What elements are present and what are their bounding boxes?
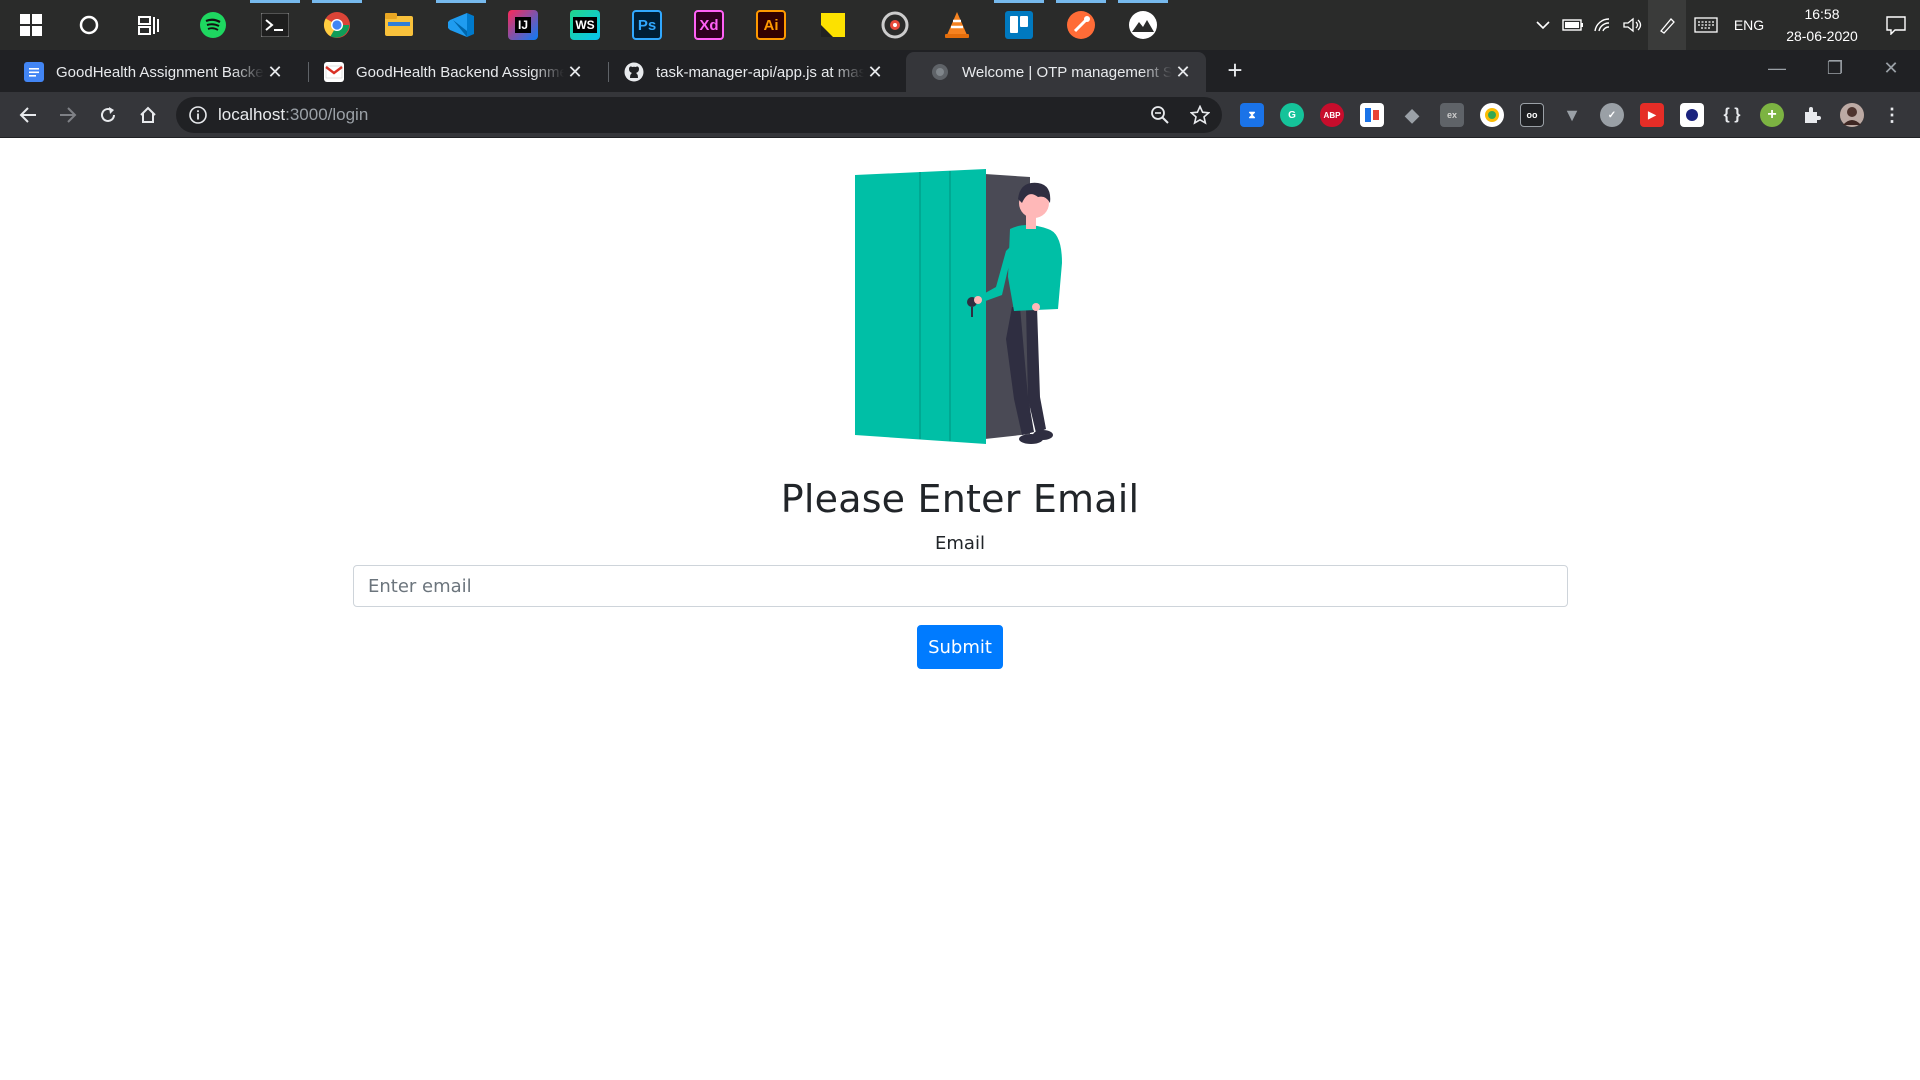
file-explorer-icon[interactable] — [368, 0, 430, 50]
extension-icon[interactable]: oo — [1520, 103, 1544, 127]
zoom-icon[interactable] — [1150, 105, 1170, 125]
sticky-notes-icon[interactable] — [802, 0, 864, 50]
battery-icon[interactable] — [1558, 0, 1588, 50]
puzzle-extension-icon[interactable]: ◆ — [1400, 103, 1424, 127]
minimize-window-icon[interactable]: — — [1748, 50, 1806, 86]
touch-keyboard-icon[interactable] — [1686, 0, 1726, 50]
reload-button[interactable] — [90, 97, 126, 133]
browser-toolbar: localhost:3000/login ⧗ G ABP ◆ ex oo ▼ ✓… — [0, 92, 1920, 138]
new-tab-button[interactable]: + — [1220, 52, 1250, 88]
extension-icon[interactable] — [1680, 103, 1704, 127]
json-viewer-icon[interactable]: { } — [1720, 103, 1744, 127]
tab-title: GoodHealth Backend Assignment — [356, 63, 564, 81]
postman-icon[interactable] — [1050, 0, 1112, 50]
back-button[interactable] — [10, 97, 46, 133]
browser-tab[interactable]: task-manager-api/app.js at master ✕ — [600, 52, 898, 92]
page-title: Please Enter Email — [780, 477, 1140, 521]
home-button[interactable] — [130, 97, 166, 133]
address-bar[interactable]: localhost:3000/login — [176, 97, 1222, 133]
url-text[interactable]: localhost:3000/login — [218, 97, 368, 133]
submit-button[interactable]: Submit — [917, 625, 1003, 669]
github-icon — [624, 62, 644, 82]
illustrator-icon[interactable]: Ai — [740, 0, 802, 50]
volume-icon[interactable] — [1618, 0, 1648, 50]
show-hidden-icons-chevron-icon[interactable] — [1528, 0, 1558, 50]
clock-date: 28-06-2020 — [1786, 28, 1858, 44]
reload-icon — [101, 107, 115, 122]
close-tab-icon[interactable]: ✕ — [1172, 62, 1194, 83]
task-view-icon[interactable] — [118, 0, 180, 50]
browser-tab-active[interactable]: Welcome | OTP management System ✕ — [906, 52, 1206, 92]
browser-tab[interactable]: GoodHealth Backend Assignment ✕ — [300, 52, 598, 92]
extensions-puzzle-icon[interactable] — [1800, 103, 1824, 127]
webstorm-icon[interactable]: WS — [554, 0, 616, 50]
extension-icon[interactable] — [1360, 103, 1384, 127]
media-player-icon[interactable] — [864, 0, 926, 50]
globe-icon — [930, 62, 950, 82]
browser-menu-icon[interactable]: ⋮ — [1880, 103, 1904, 127]
tab-title: task-manager-api/app.js at master — [656, 63, 864, 81]
action-center-icon[interactable] — [1872, 0, 1920, 50]
person-at-open-door-illustration — [855, 169, 1062, 444]
profile-avatar[interactable] — [1840, 103, 1864, 127]
url-host: localhost — [218, 105, 286, 124]
terminal-icon[interactable] — [244, 0, 306, 50]
extension-icon[interactable] — [1480, 103, 1504, 127]
back-arrow-icon — [19, 107, 36, 123]
spotify-icon[interactable] — [182, 0, 244, 50]
system-tray: ENG 16:58 28-06-2020 — [1528, 0, 1920, 50]
youtube-extension-icon[interactable]: ▶ — [1640, 103, 1664, 127]
gmail-icon — [324, 62, 344, 82]
close-tab-icon[interactable]: ✕ — [264, 62, 286, 83]
close-tab-icon[interactable]: ✕ — [864, 62, 886, 83]
page-content: Please Enter Email Email Submit — [0, 139, 1920, 1080]
timer-extension-icon[interactable]: ⧗ — [1240, 103, 1264, 127]
email-label: Email — [935, 533, 985, 554]
extension-icon[interactable]: + — [1760, 103, 1784, 127]
google-docs-icon — [24, 62, 44, 82]
bookmark-star-icon[interactable] — [1190, 105, 1210, 125]
chrome-icon[interactable] — [306, 0, 368, 50]
extension-icon[interactable]: ex — [1440, 103, 1464, 127]
forward-arrow-icon — [60, 107, 77, 123]
clock-time: 16:58 — [1804, 6, 1840, 22]
vue-devtools-icon[interactable]: ▼ — [1560, 103, 1584, 127]
trello-icon[interactable] — [988, 0, 1050, 50]
adobe-xd-icon[interactable]: Xd — [678, 0, 740, 50]
extension-icon[interactable]: ✓ — [1600, 103, 1624, 127]
vlc-icon[interactable] — [926, 0, 988, 50]
close-tab-icon[interactable]: ✕ — [564, 62, 586, 83]
wifi-icon[interactable] — [1588, 0, 1618, 50]
vscode-icon[interactable] — [430, 0, 492, 50]
restore-window-icon[interactable]: ❐ — [1806, 50, 1864, 86]
grammarly-icon[interactable]: G — [1280, 103, 1304, 127]
adblock-plus-icon[interactable]: ABP — [1320, 103, 1344, 127]
close-window-icon[interactable]: ✕ — [1862, 50, 1920, 86]
site-info-icon[interactable] — [188, 105, 208, 125]
url-path: :3000/login — [285, 105, 369, 124]
windows-taskbar: IJ WS Ps Xd Ai ENG 16:58 28-06-2020 — [0, 0, 1920, 50]
pen-workspace-icon[interactable] — [1648, 0, 1686, 50]
forward-button[interactable] — [50, 97, 86, 133]
input-language[interactable]: ENG — [1726, 17, 1772, 33]
browser-tab[interactable]: GoodHealth Assignment Backend ✕ — [0, 52, 298, 92]
email-field[interactable] — [353, 565, 1568, 607]
photoshop-icon[interactable]: Ps — [616, 0, 678, 50]
intellij-icon[interactable]: IJ — [492, 0, 554, 50]
home-icon — [140, 106, 156, 123]
mongodb-compass-icon[interactable] — [1112, 0, 1174, 50]
cortana-search-icon[interactable] — [58, 0, 120, 50]
browser-tab-strip: GoodHealth Assignment Backend ✕ GoodHeal… — [0, 50, 1920, 92]
tab-title: GoodHealth Assignment Backend — [56, 63, 264, 81]
tab-title: Welcome | OTP management System — [962, 63, 1172, 81]
windows-start-icon[interactable] — [0, 0, 62, 50]
clock[interactable]: 16:58 28-06-2020 — [1772, 3, 1872, 47]
